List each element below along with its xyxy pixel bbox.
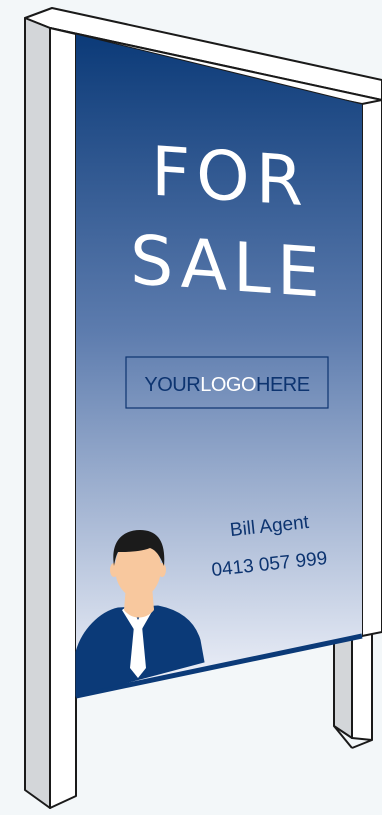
sign-artwork: FOR SALE YOURLOGOHERE Bill Agent 0413 05… (24, 7, 382, 809)
headline-for: FOR (151, 133, 309, 223)
logo-word-here: HERE (256, 374, 310, 396)
sign-board (75, 33, 363, 699)
headline-sale: SALE (130, 221, 326, 314)
right-frame (361, 99, 382, 637)
logo-word-logo: LOGO (200, 374, 256, 396)
svg-text:YOURLOGOHERE: YOURLOGOHERE (144, 374, 309, 396)
logo-word-your: YOUR (144, 374, 200, 396)
right-post (333, 629, 373, 749)
for-sale-sign-illustration: FOR SALE YOURLOGOHERE Bill Agent 0413 05… (0, 0, 382, 815)
left-post (24, 17, 77, 809)
